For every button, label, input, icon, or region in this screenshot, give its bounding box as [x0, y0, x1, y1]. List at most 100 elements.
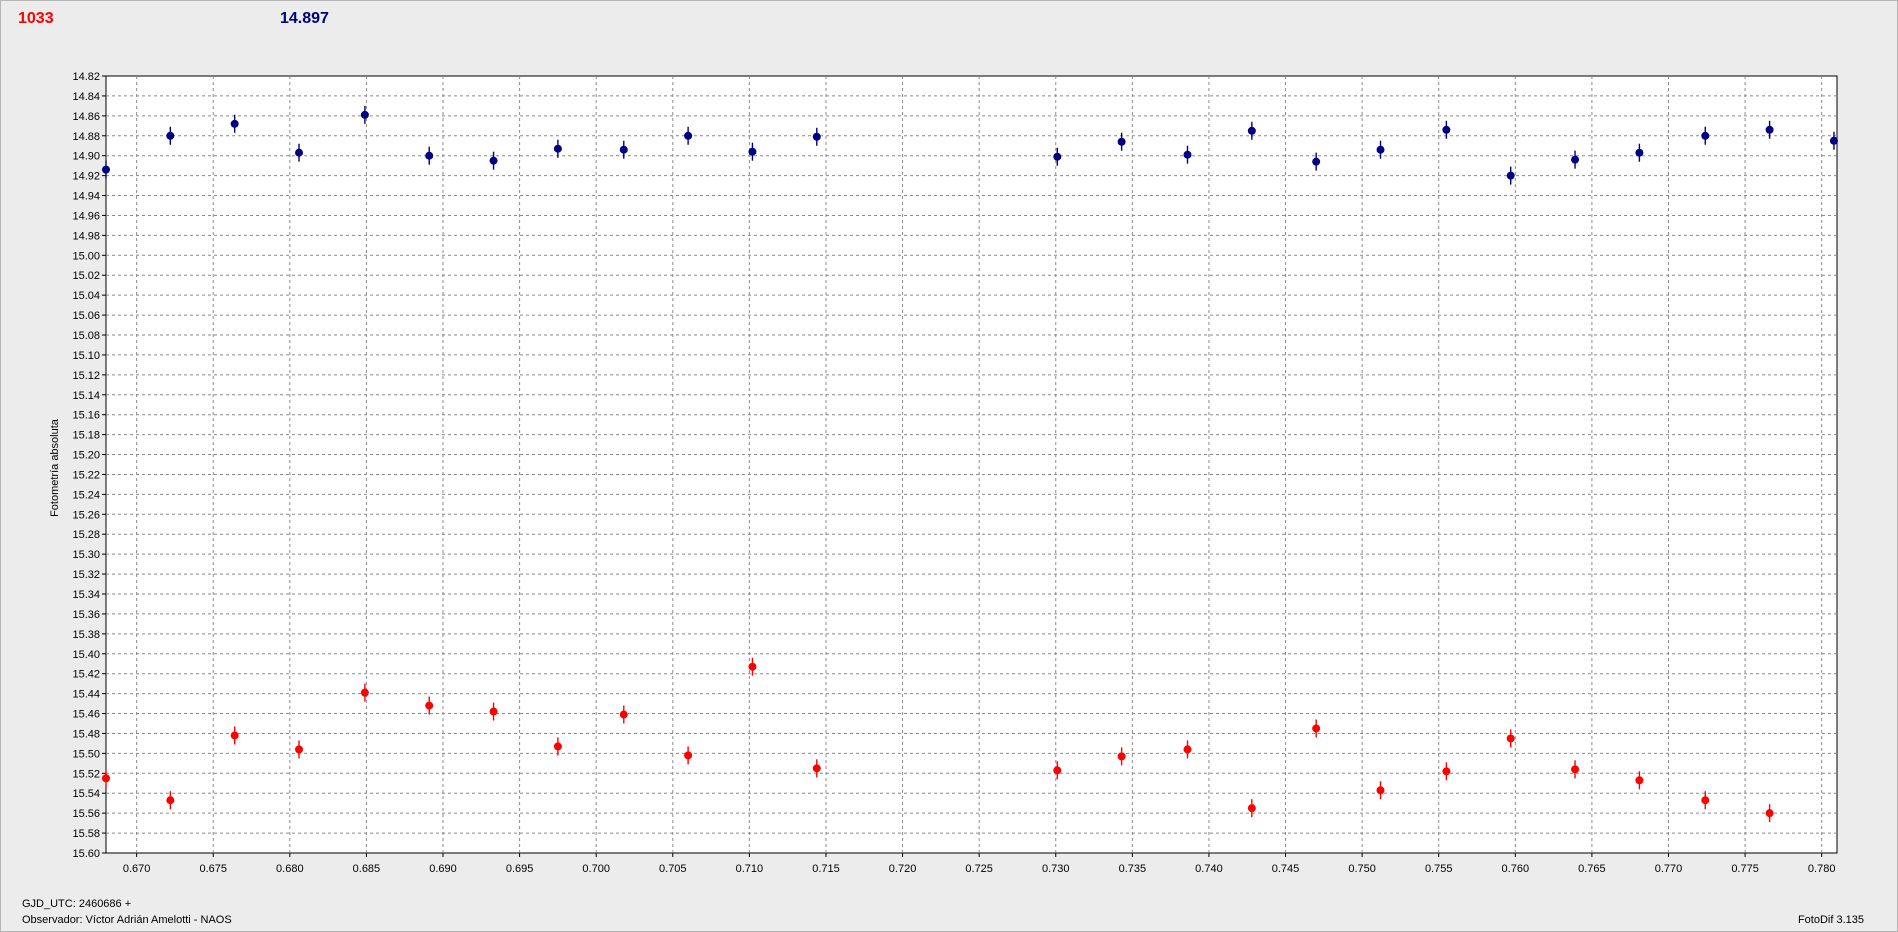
data-point [553, 742, 562, 751]
y-tick-label: 15.60 [72, 848, 100, 860]
x-tick-label: 0.675 [199, 863, 227, 875]
y-tick-label: 15.04 [72, 290, 100, 302]
data-point [102, 774, 110, 783]
data-point [295, 745, 304, 754]
y-tick-label: 15.44 [72, 689, 100, 701]
data-point [102, 165, 110, 174]
x-tick-label: 0.710 [736, 863, 764, 875]
data-point [619, 145, 628, 154]
y-tick-label: 14.86 [72, 111, 100, 123]
data-point [230, 731, 239, 740]
data-point [553, 144, 562, 153]
photometry-chart: 14.82 14.84 14.86 14.88 14.90 14.92 14.94 14.96… [49, 71, 1838, 875]
data-point [1635, 148, 1644, 157]
y-tick-label: 15.52 [72, 768, 100, 780]
data-point [1506, 171, 1515, 180]
x-tick-label: 0.770 [1655, 863, 1683, 875]
data-point [1312, 157, 1321, 166]
y-tick-label: 14.92 [72, 171, 100, 183]
y-tick-label: 15.54 [72, 788, 100, 800]
data-point [1765, 809, 1774, 818]
x-tick-label: 0.735 [1119, 863, 1147, 875]
y-tick-label: 15.40 [72, 649, 100, 661]
data-point [1376, 145, 1385, 154]
x-tick-label: 0.760 [1502, 863, 1530, 875]
data-point [619, 710, 628, 719]
data-point [425, 701, 434, 710]
data-point [360, 110, 369, 119]
x-tick-label: 0.700 [582, 863, 610, 875]
x-tick-label: 0.705 [659, 863, 687, 875]
data-point [1635, 776, 1644, 785]
y-tick-label: 15.50 [72, 748, 100, 760]
data-point [1247, 126, 1256, 135]
plot-background [105, 75, 1838, 854]
observer-label: Observador: Víctor Adrián Amelotti - NAO… [22, 914, 232, 926]
x-tick-label: 0.755 [1425, 863, 1453, 875]
data-point [1376, 786, 1385, 795]
data-point [360, 688, 369, 697]
data-point [230, 119, 239, 128]
data-point [1053, 152, 1062, 161]
y-tick-label: 15.20 [72, 450, 100, 462]
x-tick-label: 0.765 [1578, 863, 1606, 875]
x-tick-label: 0.750 [1348, 863, 1376, 875]
y-tick-label: 15.26 [72, 509, 100, 521]
data-point [489, 156, 498, 165]
data-point [1442, 767, 1451, 776]
y-axis-label: Fotometría absoluta [49, 418, 61, 517]
y-tick-label: 15.12 [72, 370, 100, 382]
data-point [812, 132, 821, 141]
data-point [295, 148, 304, 157]
data-point [1312, 724, 1321, 733]
x-tick-label: 0.715 [812, 863, 840, 875]
data-point [1571, 155, 1580, 164]
x-tick-label: 0.680 [276, 863, 304, 875]
y-tick-label: 15.34 [72, 589, 100, 601]
x-axis: 0.670 0.675 0.680 0.685 0.690 0.695 0.700 0.705… [123, 853, 1836, 875]
y-tick-label: 14.90 [72, 151, 100, 163]
data-point [425, 151, 434, 160]
y-tick-label: 14.98 [72, 230, 100, 242]
y-tick-label: 15.58 [72, 828, 100, 840]
data-point [1183, 745, 1192, 754]
y-tick-label: 15.10 [72, 350, 100, 362]
y-tick-label: 14.94 [72, 191, 100, 203]
y-tick-label: 15.18 [72, 430, 100, 442]
data-point [166, 796, 175, 805]
y-tick-label: 15.22 [72, 469, 100, 481]
data-point [684, 131, 693, 140]
y-tick-label: 15.46 [72, 709, 100, 721]
x-tick-label: 0.685 [353, 863, 381, 875]
y-tick-label: 15.14 [72, 390, 100, 402]
x-tick-label: 0.745 [1272, 863, 1300, 875]
data-point [1053, 766, 1062, 775]
data-point [812, 764, 821, 773]
data-point [166, 131, 175, 140]
data-point [1571, 765, 1580, 774]
data-point [1506, 734, 1515, 743]
y-axis: 14.82 14.84 14.86 14.88 14.90 14.92 14.94 14.96… [72, 71, 106, 860]
y-tick-label: 15.06 [72, 310, 100, 322]
y-tick-label: 15.38 [72, 629, 100, 641]
x-tick-label: 0.720 [889, 863, 917, 875]
y-tick-label: 15.02 [72, 270, 100, 282]
x-tick-label: 0.775 [1731, 863, 1759, 875]
x-tick-label: 0.670 [123, 863, 151, 875]
data-point [1442, 125, 1451, 134]
x-tick-label: 0.780 [1808, 863, 1836, 875]
y-tick-label: 15.28 [72, 529, 100, 541]
y-tick-label: 14.96 [72, 210, 100, 222]
data-point [1183, 150, 1192, 159]
gjd-label: GJD_UTC: 2460686 + [22, 898, 132, 910]
y-tick-label: 14.88 [72, 131, 100, 143]
data-point [748, 662, 757, 671]
x-tick-label: 0.695 [506, 863, 534, 875]
y-tick-label: 15.08 [72, 330, 100, 342]
y-tick-label: 14.82 [72, 71, 100, 83]
y-tick-label: 15.16 [72, 410, 100, 422]
y-tick-label: 15.48 [72, 728, 100, 740]
data-point [489, 707, 498, 716]
y-tick-label: 15.56 [72, 808, 100, 820]
y-tick-label: 15.24 [72, 489, 100, 501]
